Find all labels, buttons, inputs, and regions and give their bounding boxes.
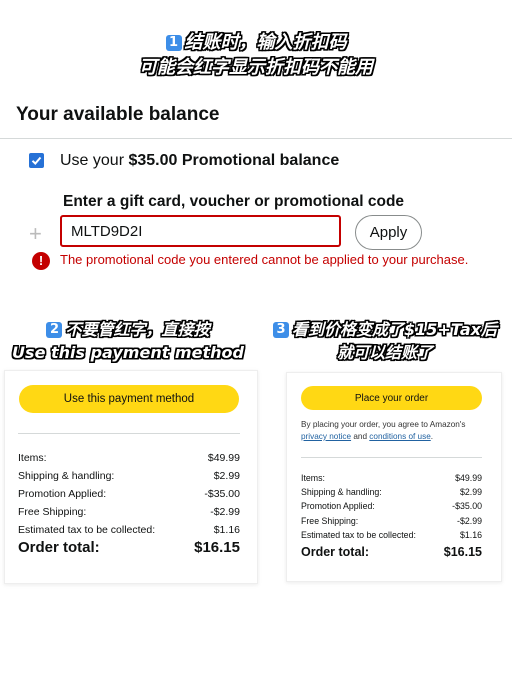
- row-label: Shipping & handling:: [301, 487, 382, 498]
- caption-step-2: 2 不要管红字，直接按 Use this payment method: [0, 318, 256, 364]
- row-value: $49.99: [207, 452, 240, 464]
- summary-rows: Items: $49.99 Shipping & handling: $2.99 P…: [18, 449, 240, 539]
- summary-row-promotion: Promotion Applied: -$35.00: [18, 485, 240, 503]
- row-label: Estimated tax to be collected:: [18, 524, 156, 536]
- summary-row-items: Items: $49.99: [18, 449, 240, 467]
- order-row-items: Items: $49.99: [301, 471, 482, 485]
- checkbox-checked-icon: [31, 156, 42, 165]
- promotional-balance-checkbox[interactable]: [29, 153, 44, 168]
- row-value: $1.16: [213, 524, 240, 536]
- agreement-text: By placing your order, you agree to Amaz…: [301, 419, 491, 443]
- row-value: $1.16: [459, 529, 482, 540]
- caption-step-2-line-1: 不要管红字，直接按: [65, 320, 210, 339]
- error-message: The promotional code you entered cannot …: [60, 252, 469, 267]
- row-label: Items:: [18, 452, 47, 464]
- place-order-panel: Place your order By placing your order, …: [286, 372, 502, 582]
- row-value: $2.99: [213, 470, 240, 482]
- caption-step-2-line-2: Use this payment method: [12, 343, 244, 362]
- order-total-value: $16.15: [443, 545, 482, 559]
- promo-code-input[interactable]: [60, 215, 341, 247]
- order-total: Order total: $16.15: [18, 539, 240, 556]
- order-total-value: $16.15: [194, 539, 240, 556]
- step-1-badge: 1: [165, 35, 182, 51]
- caption-step-3: 3 看到价格变成了$15+Tax后 就可以结账了: [258, 318, 512, 364]
- row-label: Items:: [301, 473, 325, 483]
- row-value: -$2.99: [210, 506, 240, 518]
- row-value: -$2.99: [457, 515, 482, 526]
- privacy-notice-link[interactable]: privacy notice: [301, 432, 351, 441]
- agreement-and: and: [353, 432, 368, 441]
- gift-card-label: Enter a gift card, voucher or promotiona…: [63, 193, 405, 210]
- error-icon: !: [32, 252, 50, 270]
- row-value: $2.99: [459, 487, 482, 498]
- order-row-tax: Estimated tax to be collected: $1.16: [301, 528, 482, 542]
- promotional-balance-amount: $35.00 Promotional balance: [128, 152, 340, 169]
- row-value: -$35.00: [204, 488, 240, 500]
- summary-row-tax: Estimated tax to be collected: $1.16: [18, 521, 240, 539]
- order-divider: [301, 457, 482, 458]
- caption-step-1: 1 结账时，输入折扣码 可能会红字显示折扣码不能用: [0, 30, 512, 80]
- row-value: $49.99: [455, 473, 482, 483]
- order-total-label: Order total:: [18, 539, 100, 556]
- row-label: Free Shipping:: [18, 506, 87, 518]
- order-total-label: Order total:: [301, 545, 370, 559]
- order-rows: Items: $49.99 Shipping & handling: $2.99 P…: [301, 471, 482, 542]
- step-3-badge: 3: [273, 322, 290, 338]
- place-order-button[interactable]: Place your order: [301, 386, 482, 410]
- caption-step-3-line-2: 就可以结账了: [336, 343, 433, 362]
- conditions-of-use-link[interactable]: conditions of use: [369, 432, 430, 441]
- plus-icon: +: [29, 221, 42, 246]
- row-label: Promotion Applied:: [18, 488, 107, 500]
- caption-step-1-line-1: 结账时，输入折扣码: [184, 32, 347, 53]
- order-row-promotion: Promotion Applied: -$35.00: [301, 499, 482, 513]
- use-payment-method-button[interactable]: Use this payment method: [19, 385, 239, 413]
- order-total: Order total: $16.15: [301, 545, 482, 559]
- promotional-balance-label: Use your $35.00 Promotional balance: [60, 152, 339, 170]
- balance-title: Your available balance: [16, 104, 220, 125]
- balance-divider: [0, 138, 512, 139]
- agreement-prefix: By placing your order, you agree to Amaz…: [301, 420, 466, 429]
- row-label: Promotion Applied:: [301, 501, 375, 512]
- row-label: Estimated tax to be collected:: [301, 529, 416, 540]
- summary-divider: [18, 433, 240, 434]
- row-label: Free Shipping:: [301, 515, 359, 526]
- caption-step-3-line-1: 看到价格变成了$15+Tax后: [292, 320, 497, 339]
- order-row-free-shipping: Free Shipping: -$2.99: [301, 514, 482, 528]
- summary-row-free-shipping: Free Shipping: -$2.99: [18, 503, 240, 521]
- use-your-text: Use your: [60, 152, 125, 169]
- step-2-badge: 2: [46, 322, 63, 338]
- order-row-shipping: Shipping & handling: $2.99: [301, 485, 482, 499]
- row-value: -$35.00: [452, 501, 482, 512]
- agreement-end: .: [430, 432, 434, 441]
- caption-step-1-line-2: 可能会红字显示折扣码不能用: [139, 57, 373, 78]
- row-label: Shipping & handling:: [18, 470, 115, 482]
- payment-summary-panel: Use this payment method Items: $49.99 Shi…: [4, 370, 258, 584]
- summary-row-shipping: Shipping & handling: $2.99: [18, 467, 240, 485]
- apply-button[interactable]: Apply: [355, 215, 422, 250]
